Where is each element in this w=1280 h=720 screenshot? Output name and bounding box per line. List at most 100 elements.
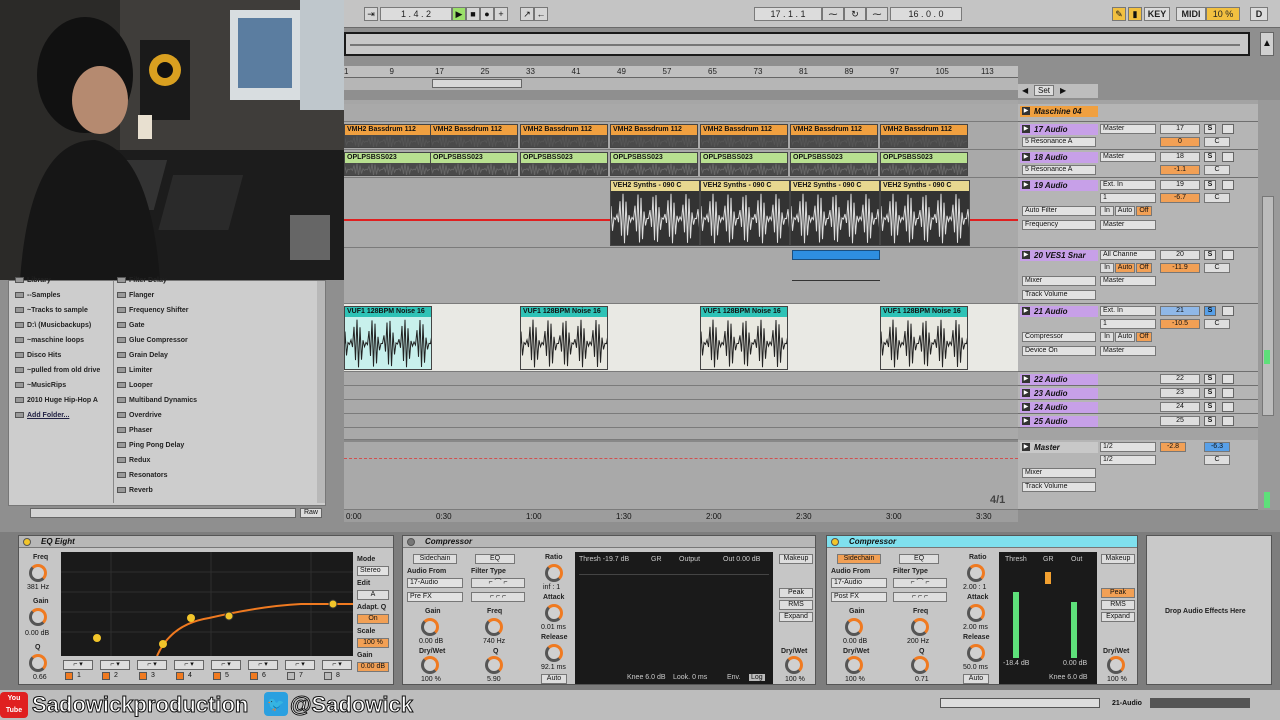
- clip-name[interactable]: VMH2 Bassdrum 112: [703, 125, 787, 134]
- auto-release-button[interactable]: Auto: [963, 674, 989, 684]
- audio-clip[interactable]: VEH2 Synths - 090 C: [700, 180, 790, 246]
- clip-name[interactable]: VMH2 Bassdrum 112: [613, 125, 697, 134]
- band-1-filter-type[interactable]: ⌐ ▾: [63, 660, 93, 670]
- sc-freq-value[interactable]: 740 Hz: [483, 638, 505, 645]
- input-channel[interactable]: 1: [1100, 319, 1156, 329]
- browser-left-item[interactable]: D:\ (Musicbackups): [15, 322, 91, 329]
- fold-icon[interactable]: ▶: [1022, 375, 1030, 383]
- band-6-filter-type[interactable]: ⌐ ▾: [248, 660, 278, 670]
- monitor-off[interactable]: Off: [1136, 206, 1152, 216]
- browser-right-item[interactable]: Phaser: [117, 427, 152, 434]
- input-channel[interactable]: 1: [1100, 193, 1156, 203]
- freq-knob[interactable]: [29, 564, 47, 582]
- browser-left-item[interactable]: ~pulled from old drive: [15, 367, 100, 374]
- drywet-knob[interactable]: [785, 656, 803, 674]
- browser-left-label[interactable]: Disco Hits: [27, 352, 61, 359]
- band-8-number[interactable]: 8: [336, 672, 340, 679]
- key-map-icon[interactable]: ▮: [1128, 7, 1142, 21]
- output-view-option[interactable]: Output: [679, 556, 700, 563]
- band-3-toggle[interactable]: [139, 672, 147, 680]
- band-1-toggle[interactable]: [65, 672, 73, 680]
- browser-right-label[interactable]: Ping Pong Delay: [129, 442, 184, 449]
- browser-left-label[interactable]: D:\ (Musicbackups): [27, 322, 91, 329]
- browser-right-item[interactable]: Flanger: [117, 292, 154, 299]
- browser-right-item[interactable]: Grain Delay: [117, 352, 168, 359]
- output-chooser[interactable]: Master: [1100, 124, 1156, 134]
- clip-name[interactable]: OPLPSBSS023: [703, 153, 787, 162]
- q-knob[interactable]: [29, 654, 47, 672]
- lane-17-audio[interactable]: VMH2 Bassdrum 112 VMH2 Bassdrum 112 VMH2 B…: [344, 122, 1018, 150]
- sc-q-value[interactable]: 5.90: [487, 676, 501, 683]
- track-name[interactable]: 17 Audio: [1020, 124, 1098, 135]
- route-chooser[interactable]: Master: [1100, 346, 1156, 356]
- device-chooser[interactable]: 5 Resonance A: [1022, 137, 1096, 147]
- folder-icon[interactable]: [117, 457, 126, 463]
- time-tick[interactable]: 3:00: [886, 512, 902, 521]
- audio-clip[interactable]: VMH2 Bassdrum 112: [430, 124, 518, 148]
- band-2-toggle[interactable]: [102, 672, 110, 680]
- peak-button[interactable]: Peak: [1101, 588, 1135, 598]
- band-7-filter-type[interactable]: ⌐ ▾: [285, 660, 315, 670]
- punch-out-button[interactable]: ⁓: [866, 7, 888, 21]
- lane-26-audio[interactable]: [344, 428, 1018, 440]
- gr-view-option[interactable]: GR: [651, 556, 662, 563]
- folder-icon[interactable]: [117, 367, 126, 373]
- ruler-tick[interactable]: 49: [617, 67, 626, 76]
- compressor-2-title[interactable]: Compressor: [827, 536, 1137, 548]
- time-tick[interactable]: 2:30: [796, 512, 812, 521]
- thresh-readout[interactable]: -18.4 dB: [1003, 660, 1029, 667]
- track-name[interactable]: 18 Audio: [1020, 152, 1098, 163]
- browser-right-label[interactable]: Looper: [129, 382, 153, 389]
- volume-value[interactable]: -1.1: [1160, 165, 1200, 175]
- clip-name[interactable]: VMH2 Bassdrum 112: [347, 125, 431, 134]
- fold-icon[interactable]: ▶: [1022, 389, 1030, 397]
- device-power-icon[interactable]: [23, 538, 31, 546]
- band-4-number[interactable]: 4: [188, 672, 192, 679]
- audio-clip[interactable]: VUF1 128BPM Noise 16: [880, 306, 968, 370]
- pan-value[interactable]: C: [1204, 137, 1230, 147]
- lane-19-audio[interactable]: VEH2 Synths - 090 C VEH2 Synths - 090 C VE…: [344, 178, 1018, 248]
- browser-left-label[interactable]: ~maschine loops: [27, 337, 84, 344]
- sc-q-knob[interactable]: [485, 656, 503, 674]
- collapse-up-icon[interactable]: ▲: [1260, 32, 1274, 56]
- lane-18-audio[interactable]: OPLPSBSS023 OPLPSBSS023 OPLPSBSS023 OPLPSBS…: [344, 150, 1018, 178]
- compressor-1-device[interactable]: Compressor Sidechain EQ Audio From 17-Au…: [402, 535, 816, 685]
- parameter-chooser[interactable]: Track Volume: [1022, 482, 1096, 492]
- ruler-tick[interactable]: 73: [754, 67, 763, 76]
- band-4-toggle[interactable]: [176, 672, 184, 680]
- eq-eight-device[interactable]: EQ Eight Freq 381 Hz Gain 0.00 dB Q 0.66: [18, 535, 394, 685]
- follow-button[interactable]: ⇥: [364, 7, 378, 21]
- browser-right-label[interactable]: Gate: [129, 322, 145, 329]
- input-channel[interactable]: 1/2: [1100, 455, 1156, 465]
- time-tick[interactable]: 2:00: [706, 512, 722, 521]
- browser-left-item[interactable]: ~maschine loops: [15, 337, 84, 344]
- output-chooser[interactable]: Ext. In: [1100, 306, 1156, 316]
- browser-right-label[interactable]: Resonators: [129, 472, 168, 479]
- track-header-10[interactable]: Master ▶ Mixer Track Volume 1/2 1/2 -2.8 -6.3 C: [1018, 440, 1258, 510]
- ratio-knob[interactable]: [545, 564, 563, 582]
- arrangement-overview[interactable]: [344, 32, 1250, 56]
- draw-mode-icon[interactable]: ✎: [1112, 7, 1126, 21]
- folder-icon[interactable]: [117, 322, 126, 328]
- clip-name[interactable]: VEH2 Synths - 090 C: [883, 181, 969, 190]
- solo-button[interactable]: S: [1204, 388, 1216, 398]
- band-4-filter-type[interactable]: ⌐ ▾: [174, 660, 204, 670]
- out-readout[interactable]: 0.00 dB: [1063, 660, 1087, 667]
- browser-right-item[interactable]: Ping Pong Delay: [117, 442, 184, 449]
- folder-icon[interactable]: [117, 487, 126, 493]
- clip-name[interactable]: VEH2 Synths - 090 C: [703, 181, 789, 190]
- loop-start[interactable]: 17 . 1 . 1: [754, 7, 822, 21]
- sc-q-value[interactable]: 0.71: [915, 676, 929, 683]
- clip-name[interactable]: OPLPSBSS023: [793, 153, 877, 162]
- clip-name[interactable]: OPLPSBSS023: [433, 153, 517, 162]
- knee-readout[interactable]: Knee 6.0 dB: [1049, 674, 1088, 681]
- release-value[interactable]: 50.0 ms: [963, 664, 988, 671]
- arm-icon[interactable]: [1222, 306, 1234, 316]
- drop-zone[interactable]: Drop Audio Effects Here: [1146, 535, 1272, 685]
- folder-icon[interactable]: [117, 397, 126, 403]
- browser-left-item[interactable]: Add Folder...: [15, 412, 69, 419]
- browser-left-label[interactable]: --Samples: [27, 292, 60, 299]
- ruler-tick[interactable]: 9: [390, 67, 394, 76]
- volume-value[interactable]: -2.8: [1160, 442, 1186, 452]
- lane-master[interactable]: 4/1: [344, 440, 1018, 510]
